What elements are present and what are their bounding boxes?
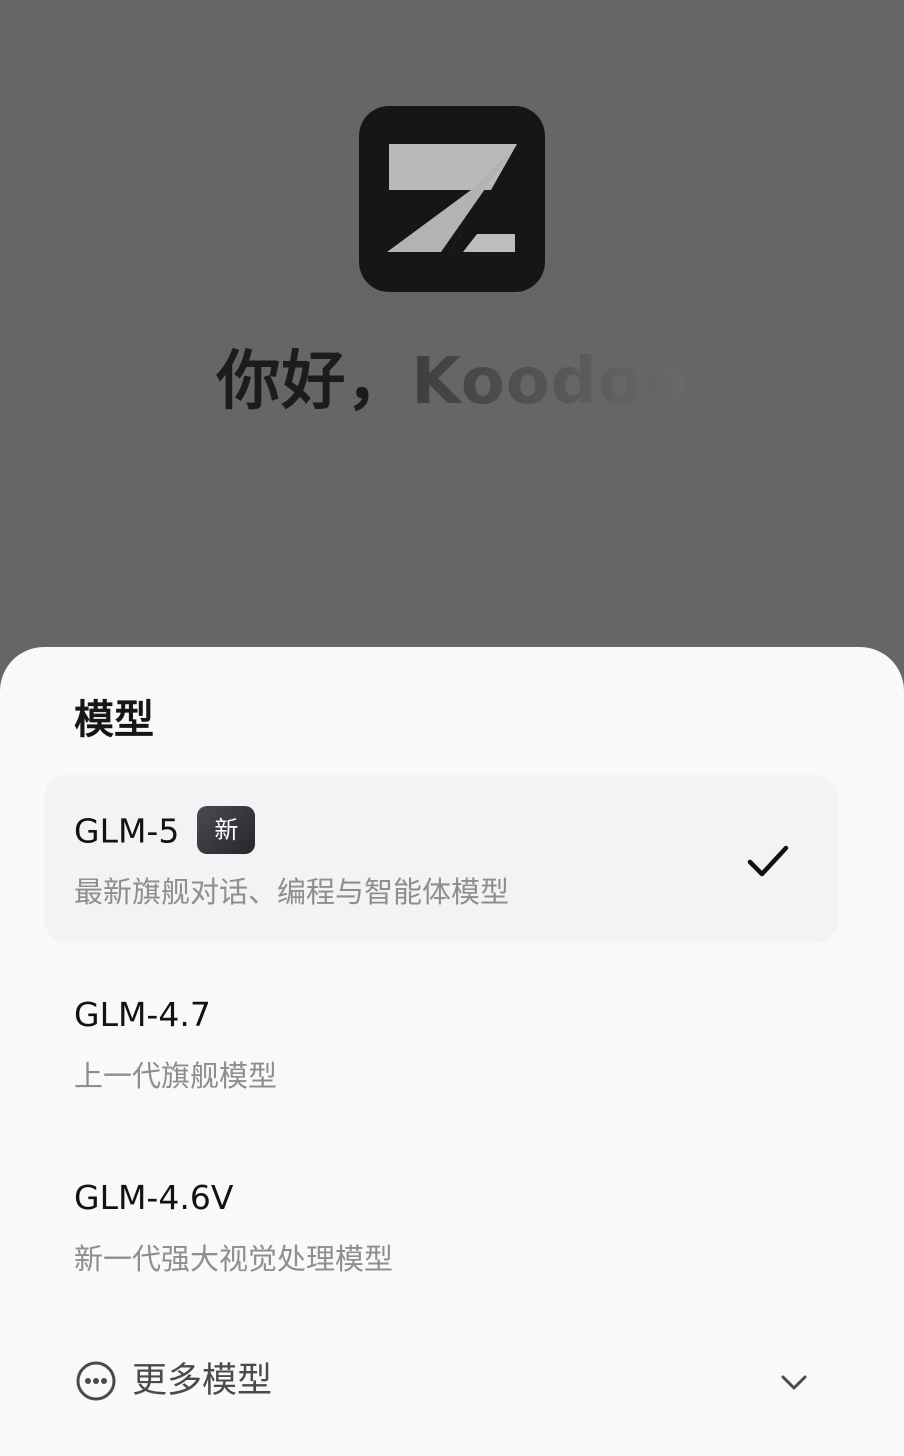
model-option-glm-5[interactable]: GLM-5 新 最新旗舰对话、编程与智能体模型 [44, 775, 838, 943]
greeting-hello: 你好， [216, 345, 412, 419]
more-dots-icon [76, 1361, 116, 1401]
model-name-text: GLM-4.7 [74, 995, 211, 1034]
model-option-glm-4-6v[interactable]: GLM-4.6V 新一代强大视觉处理模型 [44, 1142, 838, 1310]
model-name-text: GLM-5 [74, 811, 180, 851]
greeting-username: Koodoo [411, 345, 688, 419]
greeting-text: 你好，Koodoo [0, 340, 904, 424]
more-models-label: 更多模型 [132, 1361, 273, 1401]
checkmark-icon [747, 845, 789, 877]
model-description: 新一代强大视觉处理模型 [74, 1242, 394, 1276]
more-models-button[interactable]: 更多模型 [74, 1359, 814, 1407]
model-picker-sheet: 模型 GLM-5 新 最新旗舰对话、编程与智能体模型 GLM-4.7 上一代旗舰模… [0, 647, 904, 1456]
model-name: GLM-5 新 [74, 806, 256, 857]
chevron-down-icon [781, 1375, 807, 1390]
new-badge: 新 [197, 806, 256, 854]
model-description: 上一代旗舰模型 [74, 1059, 278, 1093]
model-name-text: GLM-4.6V [74, 1178, 234, 1217]
model-option-glm-4-7[interactable]: GLM-4.7 上一代旗舰模型 [44, 959, 838, 1127]
model-description: 最新旗舰对话、编程与智能体模型 [74, 875, 510, 909]
z-logo-icon [359, 106, 545, 292]
sheet-title: 模型 [74, 697, 154, 743]
